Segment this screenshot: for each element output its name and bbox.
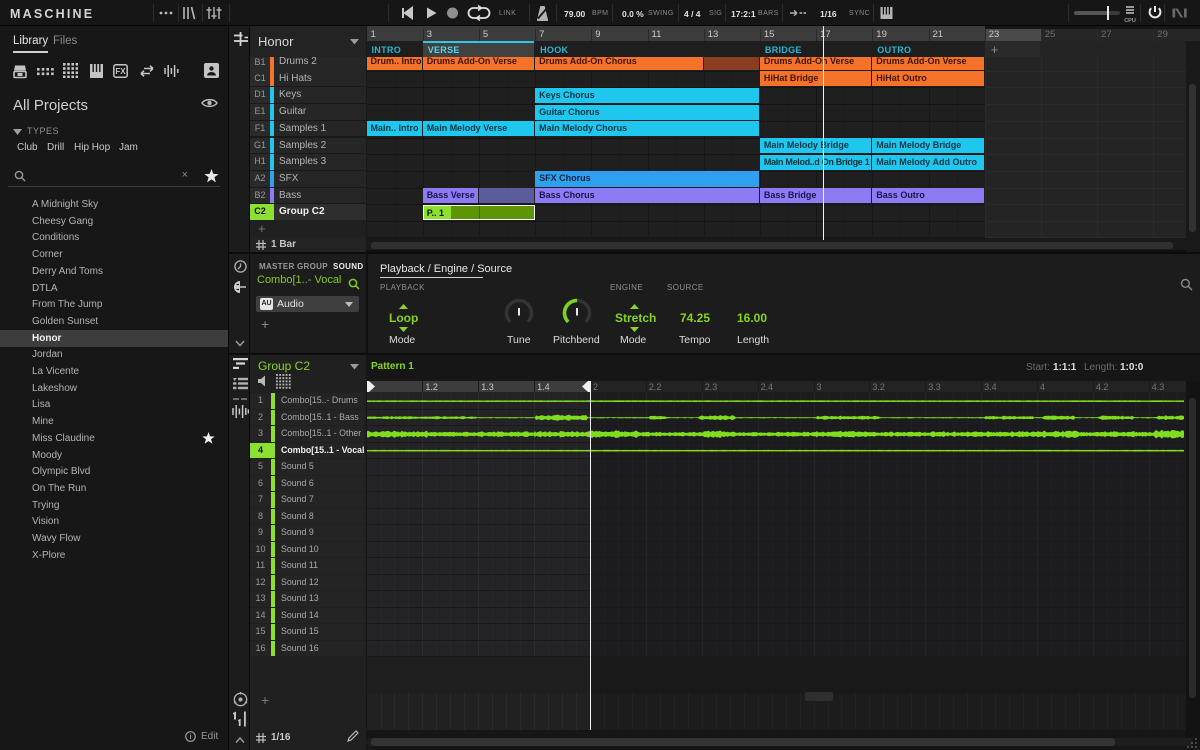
svg-text:FX: FX xyxy=(115,67,126,76)
svg-text:CPU: CPU xyxy=(1124,18,1136,24)
svg-text:i: i xyxy=(189,732,191,741)
